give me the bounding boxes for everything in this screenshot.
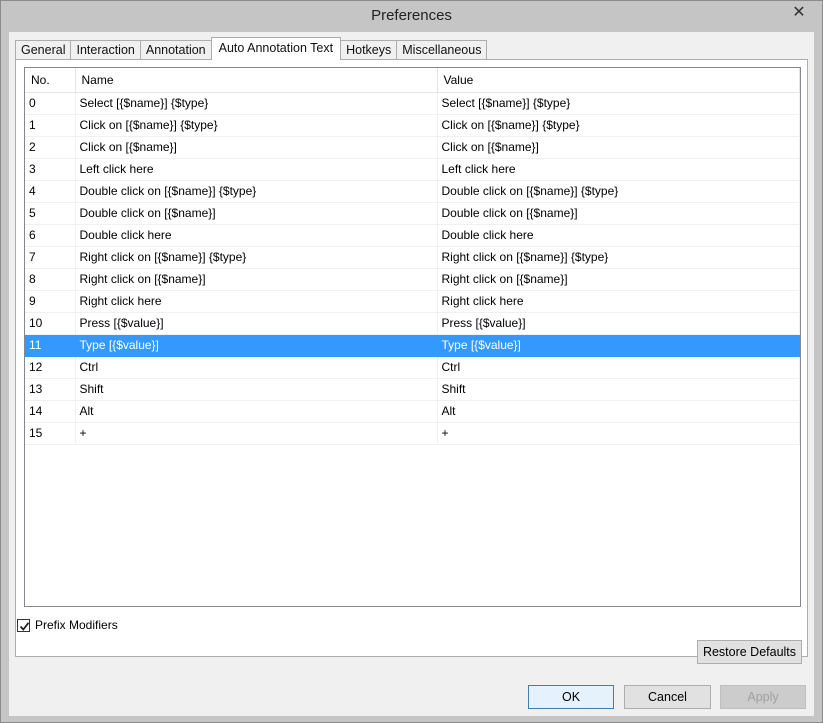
table-row[interactable]: 1 Click on [{$name}] {$type} Click on [{$n…	[25, 114, 800, 137]
tab-annotation[interactable]: Annotation	[139, 40, 212, 60]
table-row[interactable]: 9 Right click here Right click here	[25, 290, 800, 313]
table-row[interactable]: 5 Double click on [{$name}] Double click o…	[25, 202, 800, 225]
cell-value[interactable]: Right click on [{$name}] {$type}	[437, 246, 800, 269]
cell-value[interactable]: Shift	[437, 378, 800, 401]
cell-value[interactable]: Alt	[437, 400, 800, 423]
table-row[interactable]: 15 + +	[25, 422, 800, 445]
cell-value[interactable]: Press [{$value}]	[437, 312, 800, 335]
cell-value[interactable]: Ctrl	[437, 356, 800, 379]
cell-value[interactable]: Select [{$name}] {$type}	[437, 92, 800, 115]
table-row[interactable]: 4 Double click on [{$name}] {$type} Double…	[25, 180, 800, 203]
cell-no[interactable]: 1	[25, 114, 76, 137]
cell-no[interactable]: 15	[25, 422, 76, 445]
table-row[interactable]: 12 Ctrl Ctrl	[25, 356, 800, 379]
cell-name[interactable]: Double click on [{$name}] {$type}	[75, 180, 438, 203]
cell-value[interactable]: Click on [{$name}]	[437, 136, 800, 159]
cell-no[interactable]: 11	[25, 334, 76, 357]
prefix-modifiers-option[interactable]: Prefix Modifiers	[17, 617, 118, 633]
table-row[interactable]: 8 Right click on [{$name}] Right click on …	[25, 268, 800, 291]
cell-value[interactable]: Right click here	[437, 290, 800, 313]
cell-name[interactable]: Click on [{$name}] {$type}	[75, 114, 438, 137]
cancel-button[interactable]: Cancel	[624, 685, 711, 709]
column-header-value[interactable]: Value	[437, 68, 800, 93]
cell-value[interactable]: Click on [{$name}] {$type}	[437, 114, 800, 137]
prefix-modifiers-checkbox[interactable]	[17, 618, 30, 632]
window-title: Preferences	[371, 7, 452, 24]
cell-name[interactable]: Shift	[75, 378, 438, 401]
cell-no[interactable]: 9	[25, 290, 76, 313]
tab-general[interactable]: General	[15, 40, 72, 60]
cell-no[interactable]: 13	[25, 378, 76, 401]
cell-no[interactable]: 10	[25, 312, 76, 335]
restore-defaults-button[interactable]: Restore Defaults	[697, 640, 802, 664]
checkmark-icon	[19, 621, 30, 631]
cell-no[interactable]: 14	[25, 400, 76, 423]
cell-no[interactable]: 0	[25, 92, 76, 115]
tab-panel-auto-annotation-text: No. Name Value 0 Select [{$name}] {$type}…	[15, 59, 808, 657]
tab-auto-annotation-text[interactable]: Auto Annotation Text	[210, 37, 342, 60]
table-row[interactable]: 14 Alt Alt	[25, 400, 800, 423]
table-row[interactable]: 13 Shift Shift	[25, 378, 800, 401]
apply-button[interactable]: Apply	[720, 685, 806, 709]
table-row[interactable]: 7 Right click on [{$name}] {$type} Right c…	[25, 246, 800, 269]
cell-value[interactable]: Left click here	[437, 158, 800, 181]
table-row[interactable]: 0 Select [{$name}] {$type} Select [{$name}…	[25, 92, 800, 115]
cell-no[interactable]: 7	[25, 246, 76, 269]
column-header-name[interactable]: Name	[75, 68, 438, 93]
cell-no[interactable]: 4	[25, 180, 76, 203]
cell-name[interactable]: Press [{$value}]	[75, 312, 438, 335]
cell-name[interactable]: Double click here	[75, 224, 438, 247]
cell-name[interactable]: Right click on [{$name}]	[75, 268, 438, 291]
tab-strip: General Interaction Annotation Auto Annotat…	[15, 37, 488, 60]
cell-no[interactable]: 8	[25, 268, 76, 291]
cell-name[interactable]: Alt	[75, 400, 438, 423]
cell-name[interactable]: Double click on [{$name}]	[75, 202, 438, 225]
annotation-text-table[interactable]: No. Name Value 0 Select [{$name}] {$type}…	[24, 67, 801, 607]
cell-no[interactable]: 5	[25, 202, 76, 225]
cell-value[interactable]: Double click here	[437, 224, 800, 247]
cell-name[interactable]: Left click here	[75, 158, 438, 181]
table-row[interactable]: 10 Press [{$value}] Press [{$value}]	[25, 312, 800, 335]
table-row[interactable]: 6 Double click here Double click here	[25, 224, 800, 247]
title-bar[interactable]: Preferences ✕	[1, 1, 822, 31]
table-row[interactable]: 2 Click on [{$name}] Click on [{$name}]	[25, 136, 800, 159]
cell-value[interactable]: +	[437, 422, 800, 445]
cell-no[interactable]: 3	[25, 158, 76, 181]
cell-name[interactable]: Click on [{$name}]	[75, 136, 438, 159]
tab-interaction[interactable]: Interaction	[70, 40, 141, 60]
cell-name[interactable]: +	[75, 422, 438, 445]
cell-no[interactable]: 2	[25, 136, 76, 159]
tab-hotkeys[interactable]: Hotkeys	[340, 40, 398, 60]
cell-name[interactable]: Right click here	[75, 290, 438, 313]
table-header-row: No. Name Value	[25, 68, 800, 93]
cell-value[interactable]: Double click on [{$name}] {$type}	[437, 180, 800, 203]
cell-value[interactable]: Right click on [{$name}]	[437, 268, 800, 291]
column-header-no[interactable]: No.	[25, 68, 76, 93]
cell-value[interactable]: Double click on [{$name}]	[437, 202, 800, 225]
cell-name[interactable]: Ctrl	[75, 356, 438, 379]
cell-name[interactable]: Type [{$value}]	[75, 334, 438, 357]
close-icon[interactable]: ✕	[782, 3, 816, 23]
cell-value[interactable]: Type [{$value}]	[437, 334, 800, 357]
preferences-window: Preferences ✕ General Interaction Annotati…	[0, 0, 823, 723]
prefix-modifiers-label: Prefix Modifiers	[35, 618, 118, 632]
ok-button[interactable]: OK	[528, 685, 614, 709]
cell-name[interactable]: Select [{$name}] {$type}	[75, 92, 438, 115]
table-row[interactable]: 3 Left click here Left click here	[25, 158, 800, 181]
table-row[interactable]: 11 Type [{$value}] Type [{$value}]	[25, 334, 800, 357]
cell-name[interactable]: Right click on [{$name}] {$type}	[75, 246, 438, 269]
cell-no[interactable]: 6	[25, 224, 76, 247]
tab-miscellaneous[interactable]: Miscellaneous	[396, 40, 488, 60]
cell-no[interactable]: 12	[25, 356, 76, 379]
dialog-client: General Interaction Annotation Auto Annotat…	[9, 32, 814, 716]
